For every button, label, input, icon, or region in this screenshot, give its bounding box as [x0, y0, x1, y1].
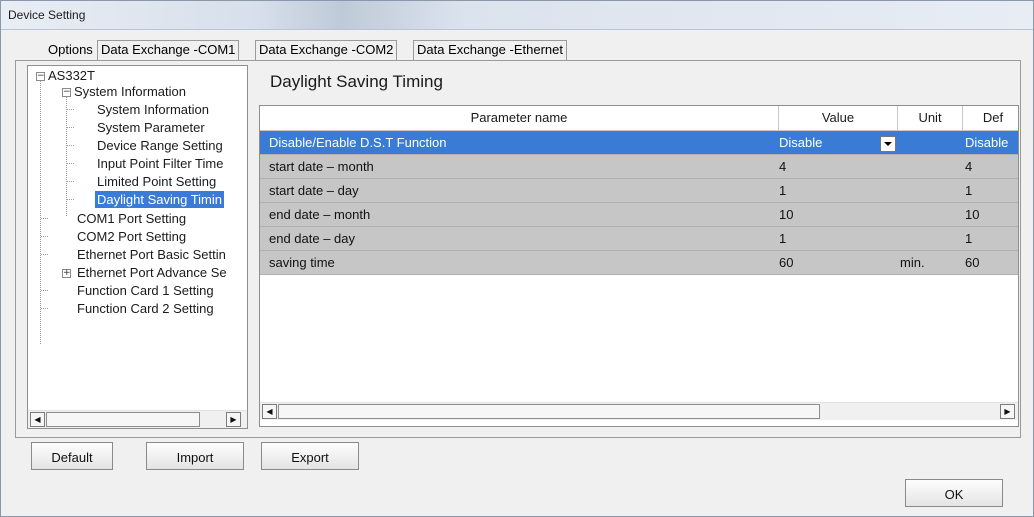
collapse-icon[interactable]: − [36, 72, 45, 81]
cell-parameter-name: end date – month [269, 207, 371, 222]
tree-line [40, 81, 41, 344]
cell-default: 1 [965, 231, 973, 246]
cell-unit [897, 131, 960, 154]
import-button[interactable]: Import [146, 442, 244, 470]
cell-value[interactable]: 4 [776, 155, 879, 178]
cell-default: 1 [965, 183, 973, 198]
tree-item-system-parameter[interactable]: System Parameter [97, 119, 205, 136]
default-button[interactable]: Default [31, 442, 113, 470]
tree-item-com2-port-setting[interactable]: COM2 Port Setting [77, 228, 186, 245]
tab-options[interactable]: Options [45, 41, 96, 59]
scroll-left-icon[interactable]: ◀ [30, 412, 45, 427]
tree-line [67, 127, 74, 128]
table-row[interactable]: start date – day 1 1 [260, 178, 1018, 202]
grid-header: Parameter name Value Unit Def [260, 106, 1018, 131]
tree-item-function-card-1[interactable]: Function Card 1 Setting [77, 282, 214, 299]
tab-data-exchange-com1[interactable]: Data Exchange -COM1 [97, 40, 240, 60]
tree-line [66, 96, 67, 216]
tree-line [67, 109, 74, 110]
window-title: Device Setting [8, 8, 86, 22]
table-row[interactable]: end date – day 1 1 [260, 226, 1018, 250]
cell-default: 10 [965, 207, 980, 222]
cell-default: Disable [965, 135, 1009, 150]
ok-button[interactable]: OK [905, 479, 1003, 507]
panel-title: Daylight Saving Timing [270, 72, 443, 91]
tree-line [41, 236, 48, 237]
cell-value[interactable]: 1 [776, 179, 879, 202]
tree-item-limited-point-setting[interactable]: Limited Point Setting [97, 173, 216, 190]
tree-line [67, 199, 74, 200]
cell-value[interactable]: 10 [776, 203, 879, 226]
tree-line [67, 163, 74, 164]
header-default[interactable]: Def [963, 106, 1018, 130]
scroll-right-icon[interactable]: ▶ [1000, 404, 1015, 419]
collapse-icon[interactable]: − [62, 88, 71, 97]
tree-item-system-information[interactable]: System Information [97, 101, 209, 118]
cell-default: 60 [965, 255, 980, 270]
tree-line [41, 218, 48, 219]
tree-item-function-card-2[interactable]: Function Card 2 Setting [77, 300, 214, 317]
grid-horizontal-scrollbar[interactable]: ◀ ▶ [260, 402, 1018, 420]
cell-unit [897, 227, 960, 250]
scroll-right-icon[interactable]: ▶ [226, 412, 241, 427]
cell-parameter-name: start date – month [269, 159, 374, 174]
device-setting-window: Device Setting Options Data Exchange -CO… [0, 0, 1034, 517]
tree-item-ethernet-advance[interactable]: Ethernet Port Advance Se [77, 264, 227, 281]
cell-unit: min. [900, 255, 925, 270]
cell-unit [897, 203, 960, 226]
tree-horizontal-scrollbar[interactable]: ◀ ▶ [28, 410, 247, 428]
tree-item-ethernet-basic[interactable]: Ethernet Port Basic Settin [77, 246, 226, 263]
table-row[interactable]: Disable/Enable D.S.T Function Disable Di… [260, 131, 1018, 154]
dropdown-arrow-icon[interactable] [880, 136, 896, 152]
settings-tree[interactable]: − AS332T − System Information System Inf… [27, 65, 248, 429]
tree-item-system-information-group[interactable]: System Information [74, 83, 186, 100]
cell-parameter-name: start date – day [269, 183, 359, 198]
header-unit[interactable]: Unit [898, 106, 963, 130]
cell-parameter-name: saving time [269, 255, 335, 270]
table-row[interactable]: end date – month 10 10 [260, 202, 1018, 226]
tab-data-exchange-com2[interactable]: Data Exchange -COM2 [255, 40, 398, 60]
header-value[interactable]: Value [779, 106, 898, 130]
scrollbar-thumb[interactable] [46, 412, 200, 427]
tree-line [41, 290, 48, 291]
cell-default: 4 [965, 159, 973, 174]
cell-value[interactable]: Disable [776, 131, 879, 154]
tree-line [67, 145, 74, 146]
cell-value[interactable]: 1 [776, 227, 879, 250]
cell-parameter-name: end date – day [269, 231, 356, 246]
table-row[interactable]: start date – month 4 4 [260, 154, 1018, 178]
tree-line [67, 181, 74, 182]
tree-item-device-range-setting[interactable]: Device Range Setting [97, 137, 223, 154]
cell-value[interactable]: 60 [776, 251, 879, 274]
tree-root[interactable]: AS332T [48, 67, 95, 84]
expand-icon[interactable]: + [62, 269, 71, 278]
scrollbar-thumb[interactable] [278, 404, 820, 419]
tree-item-com1-port-setting[interactable]: COM1 Port Setting [77, 210, 186, 227]
cell-unit [897, 179, 960, 202]
table-row[interactable]: saving time 60 min. 60 [260, 250, 1018, 275]
header-parameter-name[interactable]: Parameter name [260, 106, 779, 130]
tab-data-exchange-ethernet[interactable]: Data Exchange -Ethernet [413, 40, 567, 60]
tree-item-input-point-filter-time[interactable]: Input Point Filter Time [97, 155, 223, 172]
tree-item-daylight-saving-timing[interactable]: Daylight Saving Timin [95, 191, 224, 208]
tree-line [41, 308, 48, 309]
cell-parameter-name: Disable/Enable D.S.T Function [269, 135, 447, 150]
cell-unit [897, 155, 960, 178]
parameter-grid[interactable]: Parameter name Value Unit Def Disable/En… [259, 105, 1019, 427]
scroll-left-icon[interactable]: ◀ [262, 404, 277, 419]
title-bar[interactable]: Device Setting [1, 1, 1033, 30]
tree-line [41, 254, 48, 255]
export-button[interactable]: Export [261, 442, 359, 470]
